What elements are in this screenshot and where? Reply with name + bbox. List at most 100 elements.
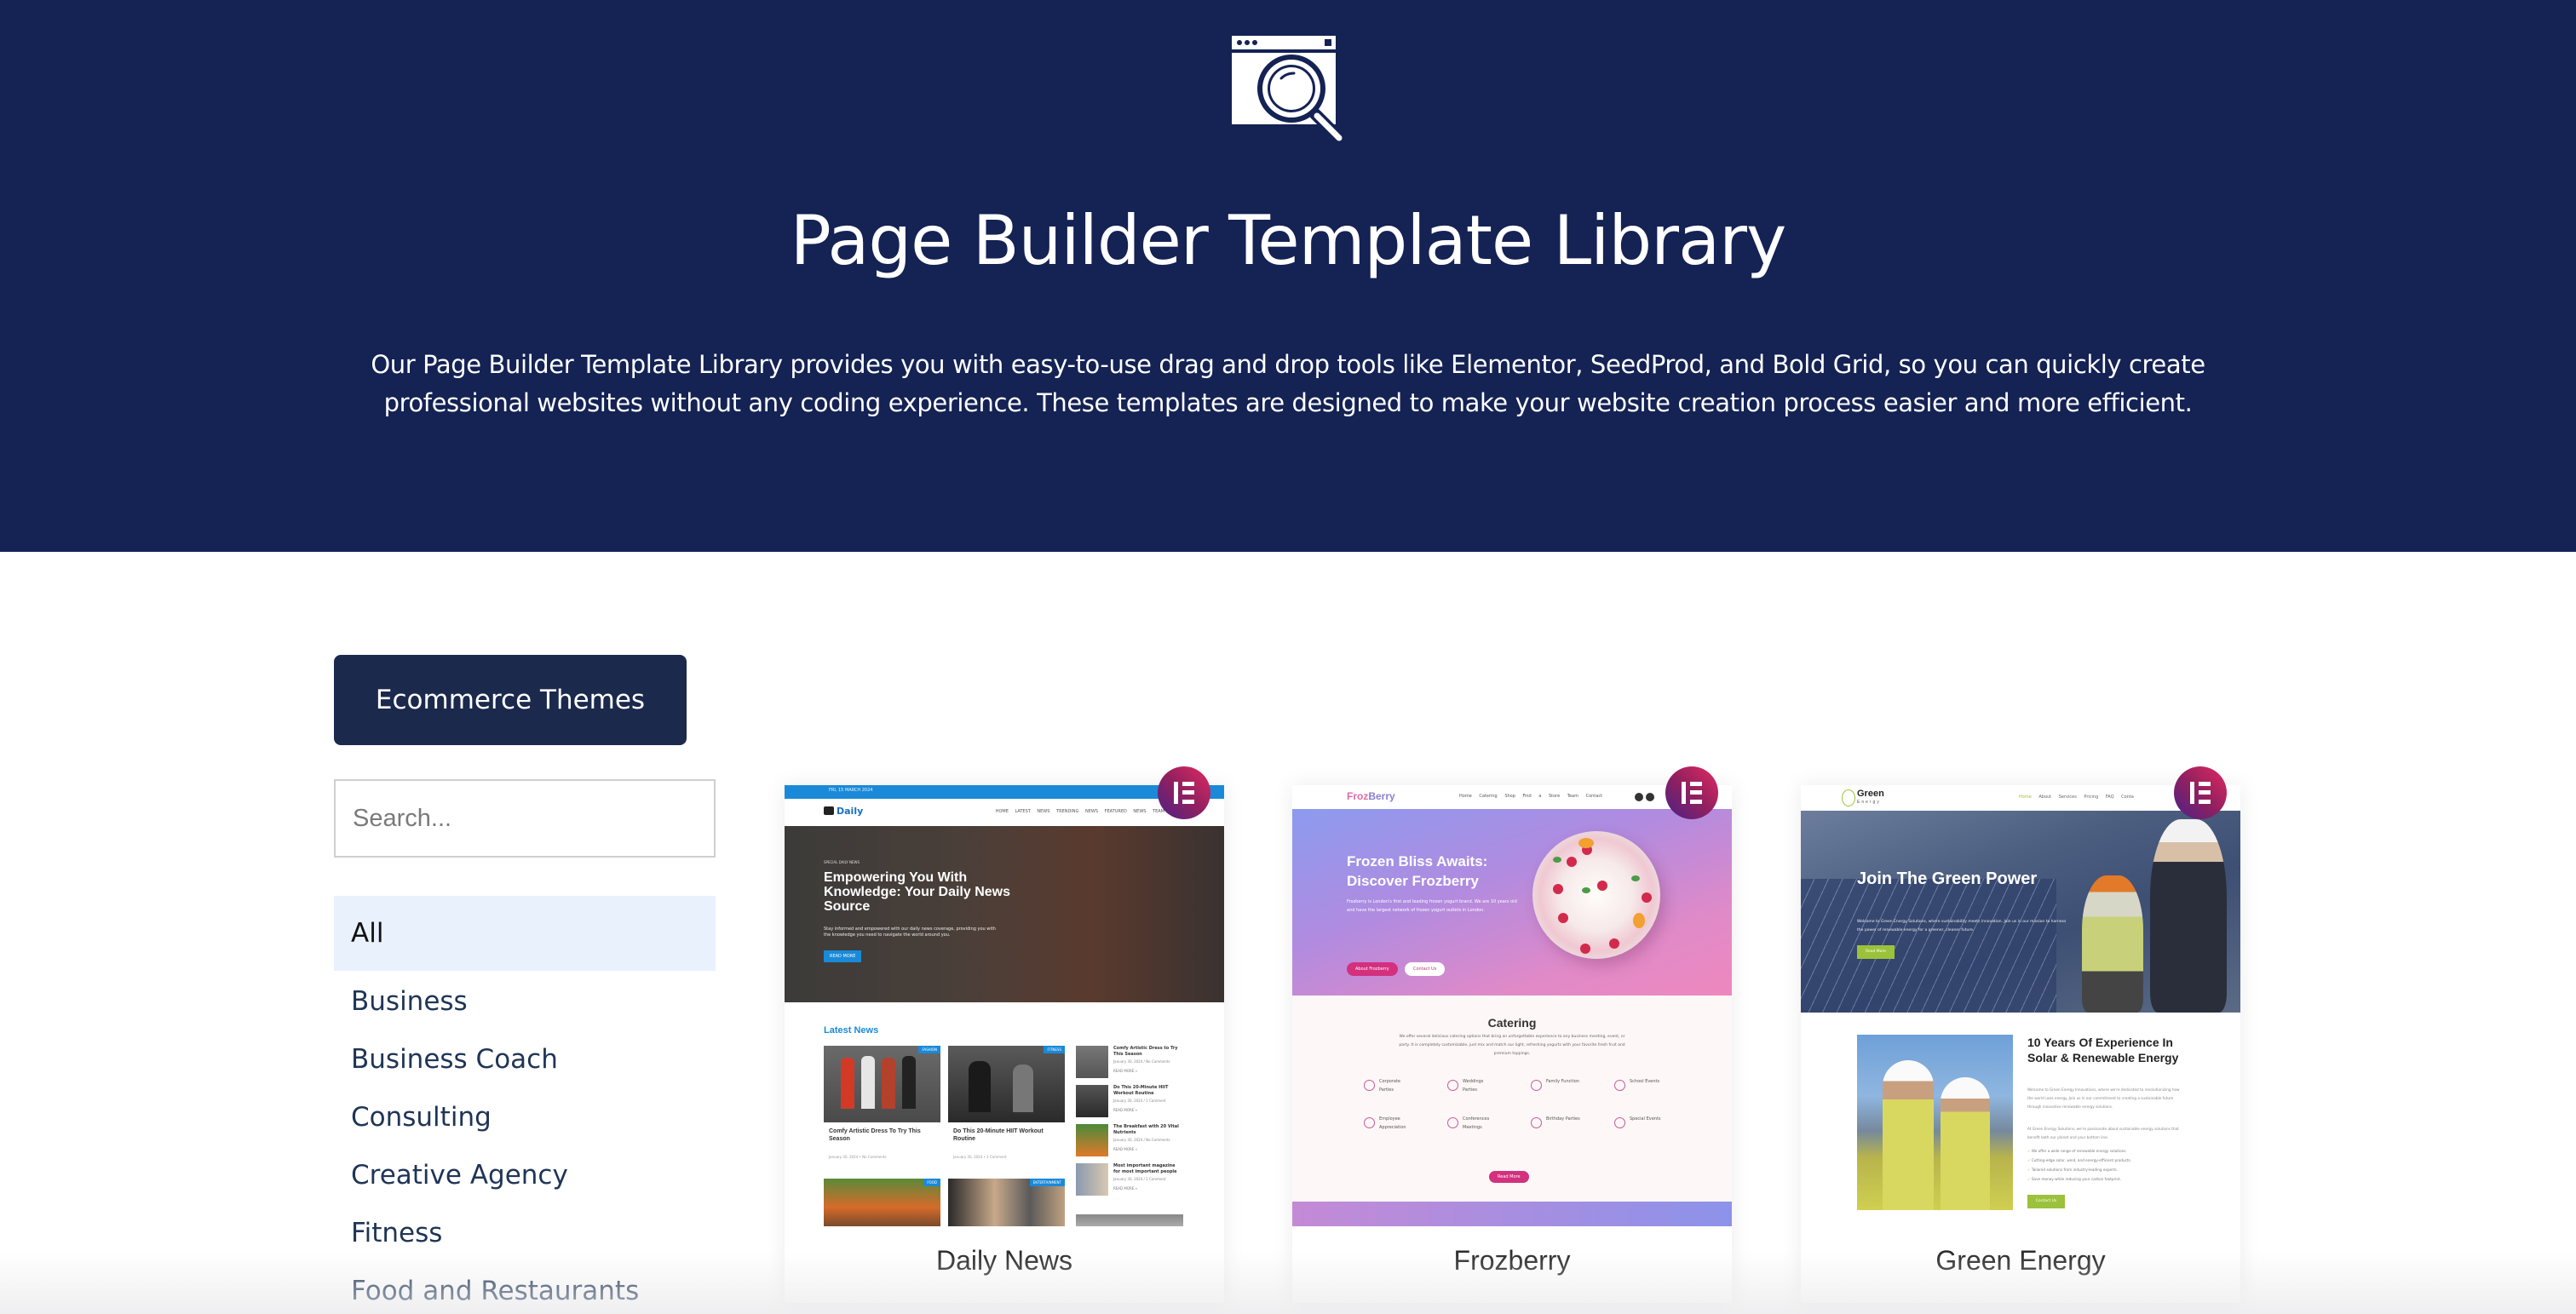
preview-logo: FrozBerry xyxy=(1347,790,1395,802)
preview-footer-band xyxy=(1292,1202,1732,1226)
preview-cta: Read More xyxy=(1857,945,1895,959)
elementor-icon xyxy=(1665,766,1718,819)
category-item-consulting[interactable]: Consulting xyxy=(334,1088,716,1146)
category-label: Consulting xyxy=(351,1102,492,1133)
service-label: Corporate Parties xyxy=(1379,1079,1400,1093)
service-item: Special Events xyxy=(1614,1115,1689,1135)
side-news-title: Most important magazine for most importa… xyxy=(1113,1163,1177,1174)
service-icon xyxy=(1447,1117,1458,1128)
side-news-meta: January 30, 2024 / 1 Comment xyxy=(1113,1177,1166,1181)
side-news-item: The Breakfast with 20 Vital Nutrients Ja… xyxy=(1076,1124,1183,1158)
solar-panel-image xyxy=(1801,879,2056,1013)
preview-logo: Green Energy xyxy=(1842,789,1884,806)
preview-cta: READ MORE xyxy=(824,950,862,962)
service-icon xyxy=(1614,1117,1625,1128)
category-item-business[interactable]: Business xyxy=(334,973,716,1030)
template-name[interactable]: Daily News xyxy=(785,1245,1224,1277)
page-title: Page Builder Template Library xyxy=(790,201,1787,280)
side-news-meta: January 30, 2024 / No Comments xyxy=(1113,1138,1170,1142)
engineer-image xyxy=(2150,819,2227,1013)
tile-tag: FITNESS xyxy=(1044,1046,1065,1053)
preview-about-section: 10 Years Of Experience In Solar & Renewa… xyxy=(1801,1013,2240,1226)
service-label: Conferences Meetings xyxy=(1463,1116,1490,1130)
service-icon xyxy=(1364,1117,1375,1128)
service-icon xyxy=(1447,1080,1458,1091)
category-item-all[interactable]: All xyxy=(334,896,716,971)
preview-section-title: Latest News xyxy=(824,1025,879,1036)
category-label: Creative Agency xyxy=(351,1160,568,1191)
template-name[interactable]: Frozberry xyxy=(1292,1245,1732,1277)
preview-section-title: 10 Years Of Experience In Solar & Renewa… xyxy=(2027,1036,2179,1064)
side-news-title: Comfy Artistic Dress to Try This Season xyxy=(1113,1046,1178,1057)
preview-hero: Join The Green Power Welcome to Green En… xyxy=(1801,811,2240,1013)
side-news-link: READ MORE » xyxy=(1113,1147,1138,1151)
template-card-frozberry[interactable]: FrozBerry Home Catering Shop Find a Stor… xyxy=(1292,766,1732,1303)
service-label: Weddings Parties xyxy=(1463,1079,1484,1093)
elementor-icon xyxy=(1158,766,1210,819)
service-label: Birthday Parties xyxy=(1546,1116,1580,1122)
news-tile: ENTERTAINMENT xyxy=(948,1179,1065,1226)
category-label: Food and Restaurants xyxy=(351,1276,640,1306)
frozen-yogurt-bowl-image xyxy=(1532,831,1660,959)
news-tile: FASHION xyxy=(824,1046,940,1122)
preview-menu: HOME LATEST NEWS TRENDING NEWS FEATURED … xyxy=(995,809,1164,814)
check-item: Save money while reducing your carbon fo… xyxy=(2027,1177,2121,1181)
service-label: Family Function xyxy=(1546,1079,1579,1084)
category-list: All Business Business Coach Consulting C… xyxy=(334,896,716,1314)
side-news-item: Comfy Artistic Dress to Try This Season … xyxy=(1076,1046,1183,1080)
logo-subtext: Energy xyxy=(1857,800,1881,805)
category-label: All xyxy=(351,918,384,949)
side-news-title: Do This 20-Minute HIIT Workout Routine xyxy=(1113,1085,1169,1096)
search-input[interactable] xyxy=(334,779,716,858)
tile-meta: January 30, 2024 • 1 Comment xyxy=(953,1155,1007,1159)
preview-catering-section: Catering We offer several delicious cate… xyxy=(1292,996,1732,1202)
service-label: Employee Appreciation xyxy=(1379,1116,1406,1130)
service-label: Special Events xyxy=(1630,1116,1661,1122)
service-item: Weddings Parties xyxy=(1447,1077,1522,1098)
news-tile: FOOD xyxy=(824,1179,940,1226)
template-preview[interactable]: FRI, 15 MARCH 2024 Daily HOME LATEST NEW… xyxy=(785,785,1224,1226)
facebook-icon xyxy=(1635,793,1643,801)
preview-menu: Home Catering Shop Find a Store Team Con… xyxy=(1459,794,1603,799)
worker-image xyxy=(2082,875,2143,1013)
service-item: Family Function xyxy=(1531,1077,1606,1098)
preview-kicker: SPECIAL DAILY NEWS xyxy=(824,860,860,864)
preview-paragraph: At Green Energy Solutions, we're passion… xyxy=(2027,1127,2179,1139)
preview-section-title: Catering xyxy=(1487,1016,1537,1030)
ecommerce-themes-button[interactable]: Ecommerce Themes xyxy=(334,655,687,745)
side-news-link: READ MORE » xyxy=(1113,1186,1138,1191)
side-news-link: READ MORE » xyxy=(1113,1069,1138,1073)
template-card-daily-news[interactable]: FRI, 15 MARCH 2024 Daily HOME LATEST NEW… xyxy=(785,766,1224,1303)
category-label: Business xyxy=(351,986,468,1017)
tile-title: Comfy Artistic Dress To Try This Season xyxy=(829,1128,921,1142)
preview-subtext: Welcome to Green Energy Solutions, where… xyxy=(1857,920,2067,932)
tile-title: Do This 20-Minute HIIT Workout Routine xyxy=(953,1128,1044,1142)
logo-part: Froz xyxy=(1347,790,1369,802)
preview-menu: Home About Services Pricing FAQ Conta xyxy=(2019,795,2134,800)
preview-headline: Frozen Bliss Awaits: Discover Frozberry xyxy=(1347,853,1488,889)
category-item-fitness[interactable]: Fitness xyxy=(334,1204,716,1262)
category-item-business-coach[interactable]: Business Coach xyxy=(334,1030,716,1088)
preview-hero: Frozen Bliss Awaits: Discover Frozberry … xyxy=(1292,809,1732,996)
category-item-food-and-restaurants[interactable]: Food and Restaurants xyxy=(334,1262,716,1314)
service-icon xyxy=(1531,1080,1542,1091)
side-news-link: READ MORE » xyxy=(1113,1108,1138,1112)
service-item: Corporate Parties xyxy=(1364,1077,1439,1098)
template-preview[interactable]: FrozBerry Home Catering Shop Find a Stor… xyxy=(1292,785,1732,1226)
side-news-meta: January 30, 2024 / No Comments xyxy=(1113,1059,1170,1064)
preview-cta-primary: About Frozberry xyxy=(1347,962,1398,976)
preview-subtext: Frozberry is London's first and leading … xyxy=(1347,899,1517,913)
service-icon xyxy=(1614,1080,1625,1091)
category-label: Fitness xyxy=(351,1218,443,1248)
category-item-creative-agency[interactable]: Creative Agency xyxy=(334,1146,716,1204)
check-item: We offer a wide range of renewable energ… xyxy=(2027,1149,2127,1153)
browser-search-icon xyxy=(1232,36,1346,145)
template-preview[interactable]: Green Energy Home About Services Pricing … xyxy=(1801,785,2240,1226)
template-name[interactable]: Green Energy xyxy=(1801,1245,2240,1277)
menu-items: About Services Pricing FAQ Conta xyxy=(2038,795,2134,800)
service-item: Employee Appreciation xyxy=(1364,1115,1439,1135)
side-news-item: Most important magazine for most importa… xyxy=(1076,1163,1183,1197)
side-news-item: Do This 20-Minute HIIT Workout Routine J… xyxy=(1076,1085,1183,1119)
template-card-green-energy[interactable]: Green Energy Home About Services Pricing … xyxy=(1801,766,2240,1303)
preview-contact-button: Contact Us xyxy=(2027,1195,2065,1208)
